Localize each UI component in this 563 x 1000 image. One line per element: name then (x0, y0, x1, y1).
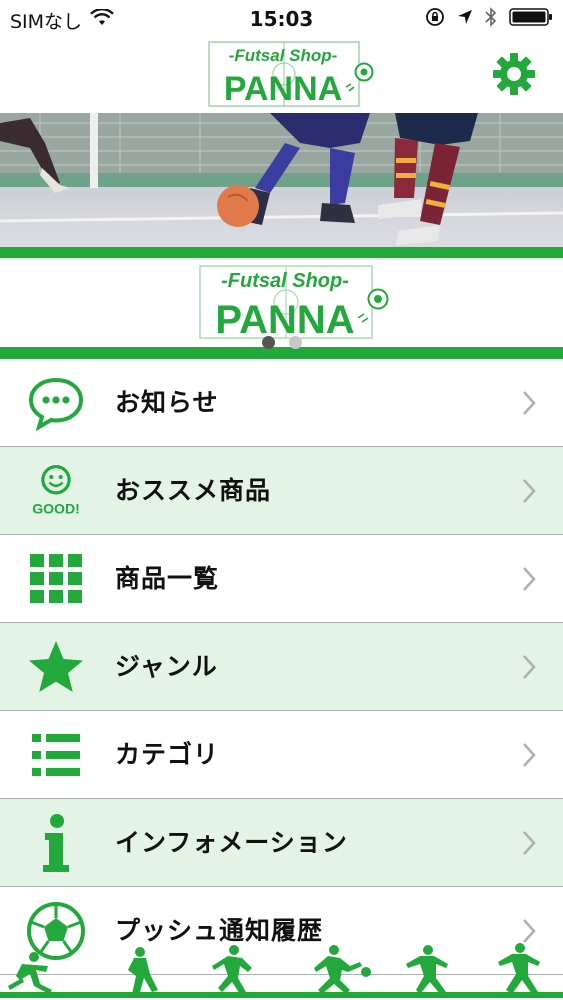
hero-divider (0, 247, 563, 258)
nav-bar: -Futsal Shop- PANNA (0, 38, 563, 113)
footer-line (0, 992, 563, 998)
speech-bubble-icon (26, 373, 86, 433)
chevron-right-icon (523, 391, 536, 415)
menu-label-recommended: おススメ商品 (115, 476, 272, 505)
list-icon (26, 725, 86, 785)
good-smiley-icon: GOOD! (26, 461, 86, 521)
good-icon-text: GOOD! (32, 501, 80, 517)
chevron-right-icon (523, 831, 536, 855)
menu-item-category[interactable]: カテゴリ (0, 711, 563, 799)
logo-subtitle: -Futsal Shop- (229, 46, 338, 65)
chevron-right-icon (523, 919, 536, 943)
chevron-right-icon (523, 479, 536, 503)
menu-label-push-history: プッシュ通知履歴 (115, 916, 324, 945)
menu-label-news: お知らせ (115, 388, 219, 417)
logo-title: PANNA (224, 70, 342, 108)
menu-label-category: カテゴリ (115, 740, 220, 769)
page-indicator[interactable] (0, 336, 563, 349)
star-icon (26, 637, 86, 697)
menu-label-information: インフォメーション (115, 828, 348, 857)
banner-logo-subtitle: -Futsal Shop- (221, 270, 349, 292)
status-right (425, 7, 553, 31)
hero-photo (0, 113, 563, 247)
status-bar: SIMなし 15:03 (0, 0, 563, 38)
battery-icon (509, 7, 553, 31)
menu-item-products[interactable]: 商品一覧 (0, 535, 563, 623)
banner-logo: -Futsal Shop- PANNA (192, 262, 392, 346)
bluetooth-icon (485, 7, 497, 31)
menu-item-recommended[interactable]: GOOD! おススメ商品 (0, 447, 563, 535)
menu-label-products: 商品一覧 (115, 564, 220, 593)
orientation-lock-icon (425, 7, 445, 31)
settings-button[interactable] (491, 51, 537, 97)
menu-item-genre[interactable]: ジャンル (0, 623, 563, 711)
chevron-right-icon (523, 567, 536, 591)
soccer-ball-icon (26, 901, 86, 961)
chevron-right-icon (523, 655, 536, 679)
main-menu: お知らせ GOOD! おススメ商品 商品一覧 ジャンル カテゴリ インフォメーシ… (0, 359, 563, 975)
menu-label-genre: ジャンル (115, 652, 218, 681)
grid-icon (26, 549, 86, 609)
panna-logo: -Futsal Shop- PANNA (205, 40, 375, 110)
chevron-right-icon (523, 743, 536, 767)
info-icon (26, 813, 86, 873)
location-icon (457, 9, 473, 29)
page-dot-1[interactable] (261, 336, 275, 349)
gear-icon (493, 53, 535, 95)
page-dot-2[interactable] (288, 336, 302, 349)
menu-item-information[interactable]: インフォメーション (0, 799, 563, 887)
menu-item-news[interactable]: お知らせ (0, 359, 563, 447)
menu-item-push-history[interactable]: プッシュ通知履歴 (0, 887, 563, 975)
